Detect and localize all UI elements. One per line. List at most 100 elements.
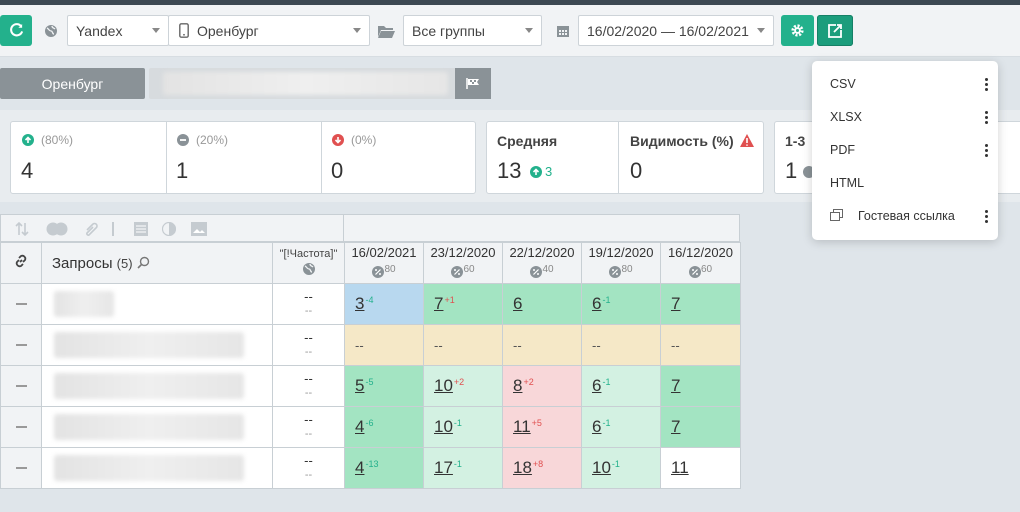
region-select[interactable]: Оренбург <box>168 15 370 46</box>
flag-button[interactable] <box>455 68 491 99</box>
position-cell[interactable]: -- <box>660 324 741 366</box>
position-cell[interactable]: 18+8 <box>502 447 582 489</box>
position-cell[interactable]: -- <box>502 324 582 366</box>
collapse-dash[interactable] <box>15 385 27 387</box>
position-cell[interactable]: 10-1 <box>581 447 661 489</box>
toggle-icon[interactable] <box>46 222 68 236</box>
position-value[interactable]: 4 <box>355 458 364 477</box>
table-tools-bar-right <box>344 214 740 242</box>
position-cell[interactable]: 11+5 <box>502 406 582 448</box>
position-value[interactable]: 10 <box>434 417 453 436</box>
position-cell[interactable]: 4-13 <box>344 447 424 489</box>
row-link-cell[interactable] <box>0 324 42 366</box>
region-tab[interactable]: Оренбург <box>0 68 145 99</box>
collapse-dash[interactable] <box>15 467 27 469</box>
position-value[interactable]: 6 <box>513 294 522 313</box>
row-link-cell[interactable] <box>0 447 42 489</box>
frequency-column-header[interactable]: "[!Частота]" <box>272 242 345 284</box>
position-cell[interactable]: 7 <box>660 283 741 325</box>
frequency-value: -- <box>304 453 313 468</box>
date-column-header[interactable]: 16/02/2021 80 <box>344 242 424 284</box>
position-value[interactable]: 10 <box>592 458 611 477</box>
position-cell[interactable]: 6-1 <box>581 365 661 407</box>
position-cell[interactable]: -- <box>581 324 661 366</box>
more-icon[interactable] <box>985 78 988 93</box>
position-value[interactable]: 17 <box>434 458 453 477</box>
date-column-header[interactable]: 22/12/2020 40 <box>502 242 582 284</box>
paperclip-icon[interactable] <box>83 221 99 237</box>
position-value[interactable]: 18 <box>513 458 532 477</box>
date-range-select[interactable]: 16/02/2020 — 16/02/2021 <box>578 15 774 46</box>
export-html-item[interactable]: HTML <box>830 176 864 190</box>
collapse-dash[interactable] <box>15 426 27 428</box>
row-link-cell[interactable] <box>0 406 42 448</box>
row-link-cell[interactable] <box>0 365 42 407</box>
position-cell[interactable]: -- <box>344 324 424 366</box>
kpi-up-percent: (80%) <box>41 133 74 147</box>
query-cell[interactable] <box>41 447 273 489</box>
position-value[interactable]: 6 <box>592 294 601 313</box>
position-cell[interactable]: 6-1 <box>581 283 661 325</box>
settings-button[interactable] <box>781 15 814 46</box>
position-value[interactable]: 7 <box>671 417 680 436</box>
contrast-icon[interactable] <box>162 222 176 236</box>
query-cell[interactable] <box>41 365 273 407</box>
position-value[interactable]: 7 <box>434 294 443 313</box>
image-icon[interactable] <box>191 222 207 236</box>
more-icon[interactable] <box>985 144 988 159</box>
guest-link-item[interactable]: Гостевая ссылка <box>858 209 955 223</box>
query-cell[interactable] <box>41 406 273 448</box>
date-column-header[interactable]: 16/12/2020 60 <box>660 242 741 284</box>
more-icon[interactable] <box>985 111 988 126</box>
date-column-header[interactable]: 19/12/2020 80 <box>581 242 661 284</box>
export-pdf-item[interactable]: PDF <box>830 143 855 157</box>
position-value[interactable]: 10 <box>434 376 453 395</box>
sort-icon[interactable] <box>15 222 29 236</box>
position-cell[interactable]: 3-4 <box>344 283 424 325</box>
row-link-cell[interactable] <box>0 283 42 325</box>
export-xlsx-item[interactable]: XLSX <box>830 110 862 124</box>
position-cell[interactable]: 8+2 <box>502 365 582 407</box>
table-icon[interactable] <box>134 222 148 236</box>
frequency-value: -- <box>304 371 313 386</box>
search-engine-select[interactable]: Yandex <box>67 15 169 46</box>
position-value[interactable]: 11 <box>671 458 689 477</box>
more-icon[interactable] <box>985 210 988 225</box>
position-value[interactable]: 7 <box>671 294 680 313</box>
queries-column-header[interactable]: Запросы (5) <box>41 242 273 284</box>
position-value[interactable]: 6 <box>592 417 601 436</box>
position-cell[interactable]: 6 <box>502 283 582 325</box>
export-button[interactable] <box>817 15 853 46</box>
position-cell[interactable]: -- <box>423 324 503 366</box>
position-cell[interactable]: 4-6 <box>344 406 424 448</box>
position-cell[interactable]: 10-1 <box>423 406 503 448</box>
group-select[interactable]: Все группы <box>403 15 542 46</box>
frequency-cell: -- -- <box>272 365 345 407</box>
position-value[interactable]: 7 <box>671 376 680 395</box>
position-cell[interactable]: 17-1 <box>423 447 503 489</box>
refresh-button[interactable] <box>0 15 32 46</box>
position-cell[interactable]: 7 <box>660 406 741 448</box>
collapse-dash[interactable] <box>15 344 27 346</box>
position-cell[interactable]: 11 <box>660 447 741 489</box>
position-cell[interactable]: 7 <box>660 365 741 407</box>
export-csv-item[interactable]: CSV <box>830 77 856 91</box>
search-icon[interactable] <box>137 256 150 269</box>
link-icon[interactable] <box>13 253 29 269</box>
position-value[interactable]: 8 <box>513 376 522 395</box>
collapse-dash[interactable] <box>15 303 27 305</box>
position-cell[interactable]: 6-1 <box>581 406 661 448</box>
position-value[interactable]: 5 <box>355 376 364 395</box>
query-cell[interactable] <box>41 324 273 366</box>
site-url-tab[interactable] <box>149 68 491 99</box>
position-value[interactable]: 6 <box>592 376 601 395</box>
date-column-header[interactable]: 23/12/2020 60 <box>423 242 503 284</box>
position-cell[interactable]: 10+2 <box>423 365 503 407</box>
position-cell[interactable]: 7+1 <box>423 283 503 325</box>
position-value[interactable]: 4 <box>355 417 364 436</box>
position-value[interactable]: 11 <box>513 417 531 436</box>
query-cell[interactable] <box>41 283 273 325</box>
position-value[interactable]: 3 <box>355 294 364 313</box>
position-cell[interactable]: 5-5 <box>344 365 424 407</box>
link-column-header[interactable] <box>0 242 42 284</box>
